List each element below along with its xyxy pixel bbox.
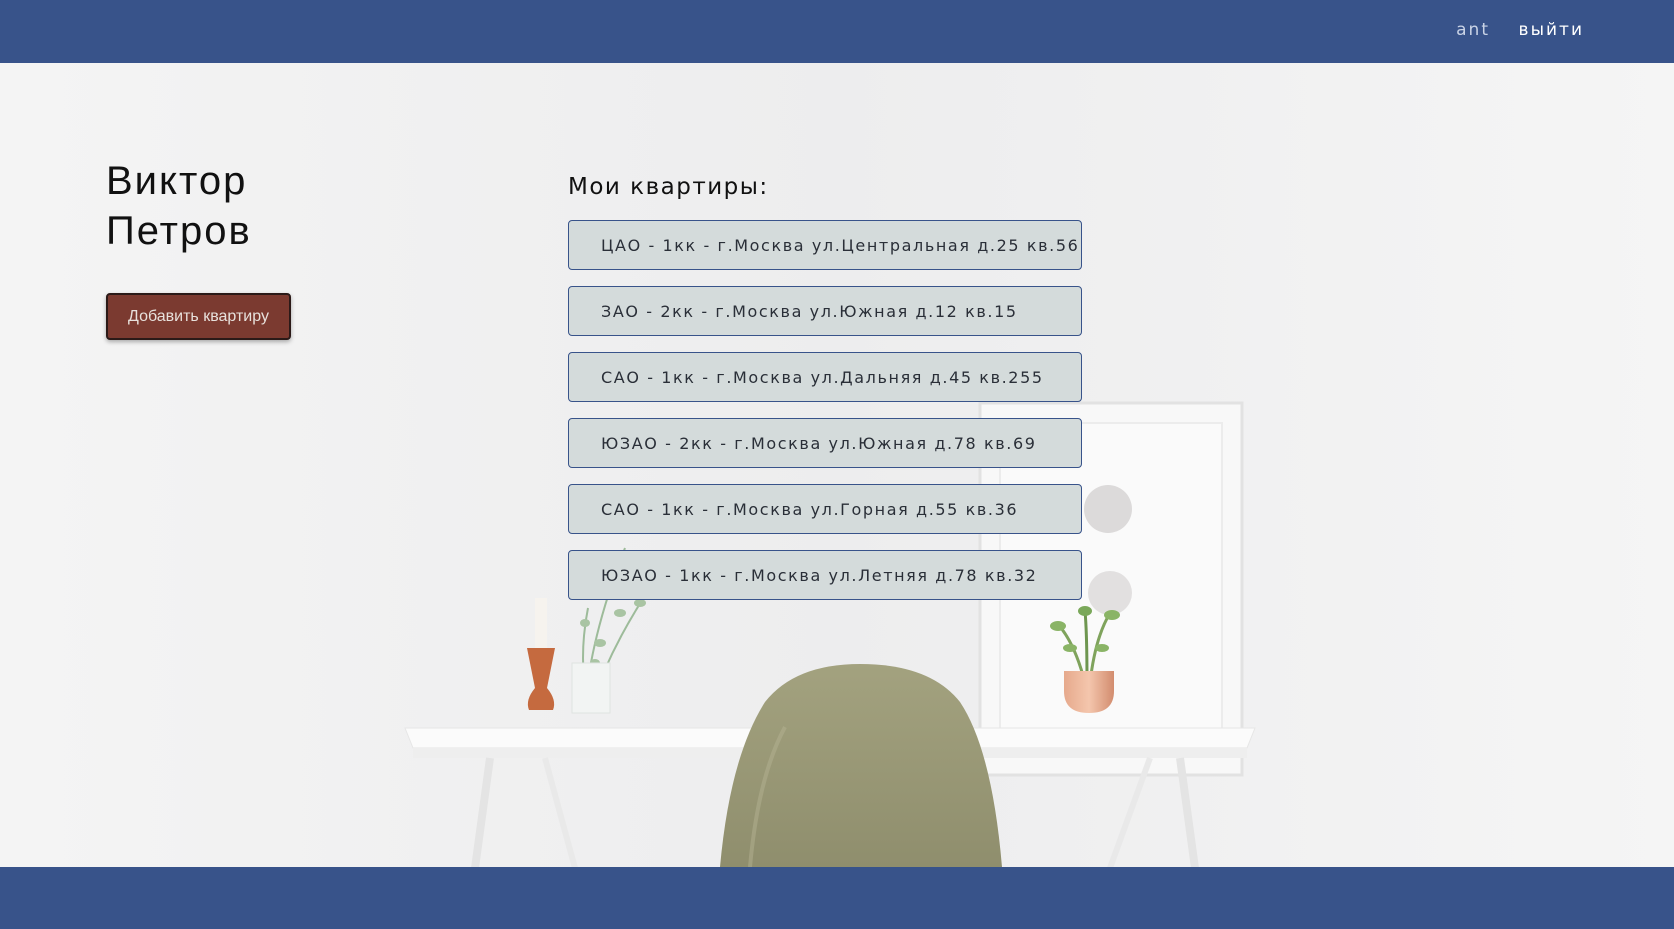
apartment-item[interactable]: ЦАО - 1кк - г.Москва ул.Центральная д.25… — [568, 220, 1082, 270]
apartment-item[interactable]: САО - 1кк - г.Москва ул.Дальняя д.45 кв.… — [568, 352, 1082, 402]
profile-name: Виктор Петров — [106, 159, 252, 253]
footer-bar — [0, 867, 1674, 929]
apartment-item[interactable]: ЮЗАО - 1кк - г.Москва ул.Летняя д.78 кв.… — [568, 550, 1082, 600]
apartment-item[interactable]: САО - 1кк - г.Москва ул.Горная д.55 кв.3… — [568, 484, 1082, 534]
apartments-heading: Мои квартиры: — [568, 174, 769, 200]
apartment-item[interactable]: ЗАО - 2кк - г.Москва ул.Южная д.12 кв.15 — [568, 286, 1082, 336]
top-navbar: ant выйти — [0, 0, 1674, 63]
add-apartment-button[interactable]: Добавить квартиру — [106, 293, 291, 340]
username-label: ant — [1456, 20, 1490, 40]
logout-link[interactable]: выйти — [1519, 20, 1584, 40]
apartment-item[interactable]: ЮЗАО - 2кк - г.Москва ул.Южная д.78 кв.6… — [568, 418, 1082, 468]
apartment-list: ЦАО - 1кк - г.Москва ул.Центральная д.25… — [568, 220, 1082, 616]
